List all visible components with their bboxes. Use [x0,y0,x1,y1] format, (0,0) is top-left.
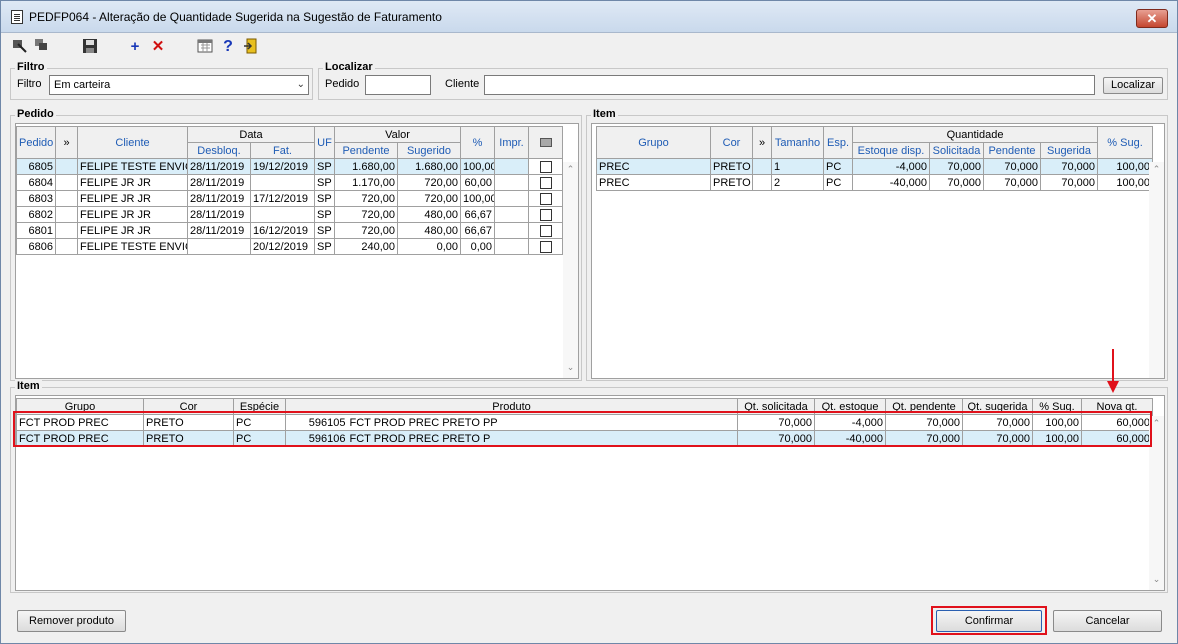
multi-select-icon[interactable] [33,38,51,56]
calendar-icon[interactable] [196,38,214,56]
cancelar-button[interactable]: Cancelar [1053,610,1162,632]
scroll-down-icon[interactable]: ⌄ [563,362,578,376]
table-row[interactable]: PREC PRETO 1 PC -4,000 70,000 70,000 70,… [596,158,1154,175]
select-all-icon[interactable] [11,38,29,56]
col-pct-sug[interactable]: % Sug. [1097,126,1154,159]
toolbar: + ✕ ? [1,34,1177,60]
pedido-group: Pedido Pedido » Cliente Data UF Valor % … [10,108,582,381]
table-row[interactable]: 6802 FELIPE JR JR 28/11/2019 SP 720,00 4… [16,206,563,223]
col-more[interactable]: » [55,126,78,159]
col-solicitada[interactable]: Solicitada [929,142,984,159]
col-data: Data [187,126,315,143]
localizar-group: Localizar Pedido Cliente Localizar [318,61,1168,100]
pedido-scrollbar[interactable]: ⌃ ⌄ [563,162,578,378]
row-checkbox[interactable] [539,192,552,205]
scroll-up-icon[interactable]: ⌃ [1149,164,1164,178]
item-top-group-label: Item [591,108,618,120]
add-icon[interactable]: + [126,38,144,56]
col-desbloq[interactable]: Desbloq. [187,142,251,159]
col-pct[interactable]: % [460,126,495,159]
delete-icon[interactable]: ✕ [149,38,167,56]
cliente-label: Cliente [445,78,480,90]
table-row[interactable]: 6806 FELIPE TESTE ENVIO C 20/12/2019 SP … [16,238,563,255]
scroll-up-icon[interactable]: ⌃ [563,164,578,178]
filtro-group: Filtro Filtro Em carteira ⌄ [10,61,313,100]
col-fat[interactable]: Fat. [250,142,315,159]
arrow-down-icon [1112,349,1114,383]
table-row[interactable]: 6805 FELIPE TESTE ENVIO C 28/11/2019 19/… [16,158,563,175]
row-checkbox[interactable] [539,160,552,173]
check-all-icon[interactable] [539,138,552,148]
item-bottom-group-label: Item [15,380,42,392]
col-cor[interactable]: Cor [710,126,753,159]
pedido-table: Pedido » Cliente Data UF Valor % Impr. D… [16,126,563,255]
pedido-grid-panel: Pedido » Cliente Data UF Valor % Impr. D… [15,123,579,379]
window-title: PEDFP064 - Alteração de Quantidade Suger… [29,10,442,24]
col-grupo[interactable]: Grupo [596,126,711,159]
highlight-rows-box [13,411,1152,447]
item-top-scrollbar[interactable]: ⌃ [1149,162,1164,378]
item-top-grid-panel: Grupo Cor » Tamanho Esp. Quantidade % Su… [591,123,1165,379]
localizar-button[interactable]: Localizar [1103,77,1163,94]
filtro-select[interactable]: Em carteira ⌄ [49,75,309,95]
row-checkbox[interactable] [539,176,552,189]
close-button[interactable]: ✕ [1136,9,1168,28]
table-row[interactable]: 6804 FELIPE JR JR 28/11/2019 SP 1.170,00… [16,174,563,191]
table-row[interactable]: 6801 FELIPE JR JR 28/11/2019 16/12/2019 … [16,222,563,239]
pedido-input[interactable] [365,75,431,95]
confirmar-button[interactable]: Confirmar [936,610,1042,632]
col-tamanho[interactable]: Tamanho [771,126,824,159]
arrow-head-icon [1107,381,1119,393]
filtro-select-value: Em carteira [54,79,111,91]
col-more[interactable]: » [752,126,772,159]
col-esp[interactable]: Esp. [823,126,853,159]
main-window: PEDFP064 - Alteração de Quantidade Suger… [0,0,1178,644]
col-pendente[interactable]: Pendente [334,142,398,159]
item-top-table: Grupo Cor » Tamanho Esp. Quantidade % Su… [596,126,1154,191]
remover-produto-button[interactable]: Remover produto [17,610,126,632]
col-quantidade: Quantidade [851,126,1099,143]
row-checkbox[interactable] [539,224,552,237]
title-bar: PEDFP064 - Alteração de Quantidade Suger… [1,1,1177,33]
col-sugerido[interactable]: Sugerido [397,142,461,159]
table-row[interactable]: 6803 FELIPE JR JR 28/11/2019 17/12/2019 … [16,190,563,207]
exit-icon[interactable] [242,38,260,56]
col-valor: Valor [334,126,461,143]
col-uf[interactable]: UF [314,126,335,159]
col-pedido[interactable]: Pedido [16,126,56,159]
help-icon[interactable]: ? [219,38,237,56]
filtro-label: Filtro [17,78,42,90]
col-sugerida[interactable]: Sugerida [1039,142,1099,159]
row-checkbox[interactable] [539,240,552,253]
localizar-group-label: Localizar [323,61,375,73]
pedido-label: Pedido [325,78,360,90]
item-top-group: Item Grupo Cor » Tamanho Esp. Quantidade… [586,108,1168,381]
col-impr[interactable]: Impr. [494,126,529,159]
filtro-group-label: Filtro [15,61,47,73]
row-checkbox[interactable] [539,208,552,221]
table-row[interactable]: PREC PRETO 2 PC -40,000 70,000 70,000 70… [596,174,1154,191]
document-icon [11,10,23,24]
chevron-down-icon[interactable]: ⌄ [297,79,305,90]
pedido-group-label: Pedido [15,108,56,120]
save-icon[interactable] [81,38,99,56]
cliente-input[interactable] [484,75,1095,95]
col-checkall[interactable] [528,126,563,159]
col-estoque[interactable]: Estoque disp. [852,142,930,159]
col-pendente[interactable]: Pendente [983,142,1041,159]
col-cliente[interactable]: Cliente [77,126,188,159]
scroll-down-icon[interactable]: ⌄ [1149,574,1164,588]
